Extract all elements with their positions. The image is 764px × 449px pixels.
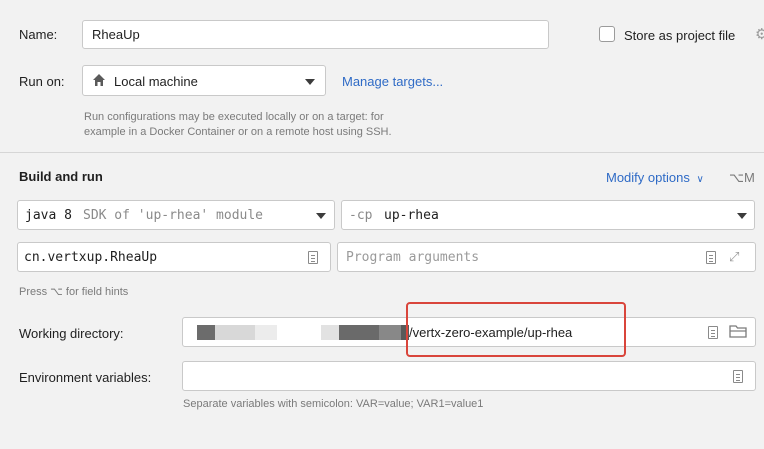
modify-options-link[interactable]: Modify options ∨ xyxy=(606,170,704,185)
build-and-run-title: Build and run xyxy=(19,169,103,184)
gear-icon[interactable]: ⚙ xyxy=(755,25,764,43)
store-as-project-checkbox[interactable] xyxy=(599,26,615,42)
run-on-hint: Run configurations may be executed local… xyxy=(84,110,392,140)
main-class-value: cn.vertxup.RheaUp xyxy=(24,250,158,265)
name-value: RheaUp xyxy=(92,27,140,42)
name-field[interactable]: RheaUp xyxy=(82,20,549,49)
document-icon[interactable] xyxy=(733,370,743,383)
main-class-field[interactable]: cn.vertxup.RheaUp xyxy=(17,242,331,272)
classpath-value: up-rhea xyxy=(384,208,439,223)
environment-variables-label: Environment variables: xyxy=(19,370,152,385)
working-directory-label: Working directory: xyxy=(19,326,124,341)
field-hints-text: Press ⌥ for field hints xyxy=(19,286,129,298)
redacted-path xyxy=(197,325,409,340)
store-as-project-label: Store as project file xyxy=(624,28,736,43)
environment-variables-field[interactable] xyxy=(182,361,756,391)
name-label: Name: xyxy=(19,27,58,42)
sdk-value: java 8 xyxy=(25,208,72,223)
highlight-box xyxy=(406,302,626,357)
environment-variables-hint: Separate variables with semicolon: VAR=v… xyxy=(183,398,484,410)
section-divider xyxy=(0,152,764,153)
expand-icon[interactable]: ⤢ xyxy=(729,249,739,265)
run-on-hint-line: Run configurations may be executed local… xyxy=(84,111,384,123)
document-icon[interactable] xyxy=(308,251,318,264)
program-arguments-field[interactable]: Program arguments ⤢ xyxy=(337,242,756,272)
modify-options-label: Modify options xyxy=(606,170,690,185)
classpath-flag: -cp xyxy=(349,208,373,223)
document-icon[interactable] xyxy=(706,251,716,264)
chevron-down-icon xyxy=(305,79,315,85)
chevron-down-icon: ∨ xyxy=(696,174,704,185)
folder-icon[interactable] xyxy=(729,324,747,342)
home-icon xyxy=(92,73,106,90)
chevron-down-icon xyxy=(316,213,326,219)
sdk-select[interactable]: java 8 SDK of 'up-rhea' module xyxy=(17,200,335,230)
run-on-select[interactable]: Local machine xyxy=(82,65,326,96)
sdk-module-text: SDK of 'up-rhea' module xyxy=(83,208,264,223)
chevron-down-icon xyxy=(737,213,747,219)
manage-targets-link[interactable]: Manage targets... xyxy=(342,74,443,89)
document-icon[interactable] xyxy=(708,326,718,339)
program-arguments-placeholder: Program arguments xyxy=(346,250,480,265)
run-on-value: Local machine xyxy=(114,74,198,89)
modify-options-shortcut: ⌥M xyxy=(729,170,755,185)
classpath-select[interactable]: -cp up-rhea xyxy=(341,200,755,230)
run-on-hint-line: example in a Docker Container or on a re… xyxy=(84,126,392,138)
run-on-label: Run on: xyxy=(19,74,65,89)
